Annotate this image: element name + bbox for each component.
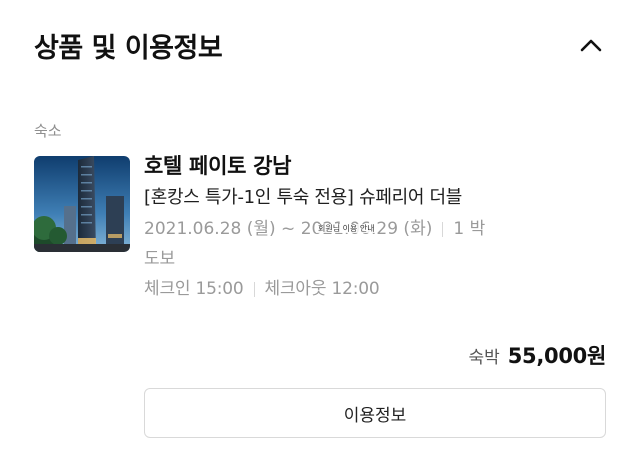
stay-dates-row: 2021.06.28 (월) ~ 2021.06.29 (화) 1 박 회원님 이… — [144, 214, 606, 244]
overlay-note: 회원님 이용 안내 — [316, 224, 377, 233]
checkin-time: 체크인 15:00 — [144, 279, 244, 299]
price-value: 55,000원 — [507, 344, 607, 368]
product-usage-info-section: 상품 및 이용정보 숙소 호텔 페이토 강남 [혼캉스 특가-1인 투숙 전용]… — [0, 0, 640, 450]
product-info: 호텔 페이토 강남 [혼캉스 특가-1인 투숙 전용] 슈페리어 더블 2021… — [144, 150, 606, 304]
stay-date-range: 2021.06.28 (월) ~ 2021.06.29 (화) — [144, 219, 433, 239]
hotel-building-image — [34, 156, 130, 252]
hotel-thumbnail[interactable] — [34, 156, 130, 252]
price-row: 숙박 55,000원 — [468, 340, 606, 372]
product-category: 숙소 — [34, 122, 62, 140]
stay-nights: 1 박 — [453, 219, 486, 239]
divider — [253, 281, 255, 297]
collapse-toggle-button[interactable] — [576, 30, 606, 60]
section-header: 상품 및 이용정보 — [34, 24, 606, 66]
hotel-name[interactable]: 호텔 페이토 강남 — [144, 150, 606, 182]
price-label: 숙박 — [468, 348, 500, 368]
checkout-time: 체크아웃 12:00 — [264, 279, 380, 299]
divider — [442, 221, 444, 237]
access-type: 도보 — [144, 249, 175, 269]
chevron-up-icon — [580, 39, 602, 52]
room-name: [혼캉스 특가-1인 투숙 전용] 슈페리어 더블 — [144, 187, 463, 208]
usage-info-button[interactable]: 이용정보 — [144, 388, 606, 438]
checkin-checkout-row: 체크인 15:00 체크아웃 12:00 — [144, 274, 606, 304]
section-title: 상품 및 이용정보 — [34, 32, 223, 64]
